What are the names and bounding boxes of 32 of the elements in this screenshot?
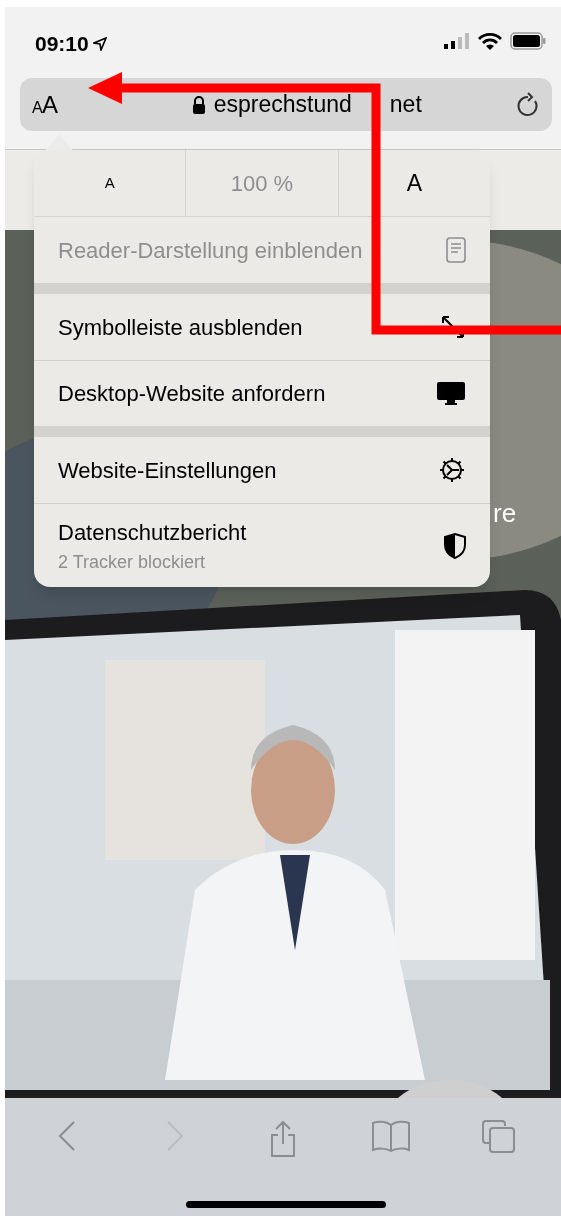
page-text: re (493, 497, 517, 530)
menu-item-label: Website-Einstellungen (58, 456, 277, 485)
signal-icon (444, 33, 470, 49)
menu-item-label: Reader-Darstellung einblenden (58, 236, 363, 265)
menu-item-label: Desktop-Website anfordern (58, 380, 326, 408)
menu-item-subtitle: 2 Tracker blockiert (58, 550, 207, 574)
increase-text-button[interactable]: A (338, 150, 490, 216)
menu-item-label: Symbolleiste ausblenden (58, 313, 303, 342)
clock-time: 09:10 (35, 31, 89, 57)
url-text: net (389, 90, 422, 120)
tabs-icon[interactable] (482, 1120, 516, 1154)
menu-item[interactable]: Website-Einstellungen (34, 437, 490, 503)
menu-item[interactable]: Datenschutzbericht 2 Tracker blockiert (34, 503, 490, 587)
gear-icon (438, 456, 466, 484)
book-icon[interactable] (372, 1120, 410, 1152)
menu-item[interactable]: Symbolleiste ausblenden (34, 294, 490, 360)
document-icon (446, 237, 466, 263)
text-size-button[interactable]: AA (32, 86, 58, 123)
url-text: esprechstund (213, 90, 352, 120)
zoom-level: 100 % (186, 150, 339, 216)
lock-icon (191, 95, 206, 114)
back-icon[interactable] (57, 1120, 77, 1152)
wifi-icon (478, 32, 502, 50)
menu-item-label: Datenschutzbericht (58, 518, 247, 547)
decrease-text-button[interactable]: A (34, 150, 187, 216)
shield-icon (444, 532, 466, 559)
reload-icon[interactable] (516, 91, 540, 118)
battery-icon (510, 32, 546, 50)
share-icon[interactable] (268, 1120, 298, 1158)
expand-arrows-icon (440, 314, 466, 340)
location-arrow-icon (92, 36, 107, 51)
monitor-icon (436, 380, 466, 407)
